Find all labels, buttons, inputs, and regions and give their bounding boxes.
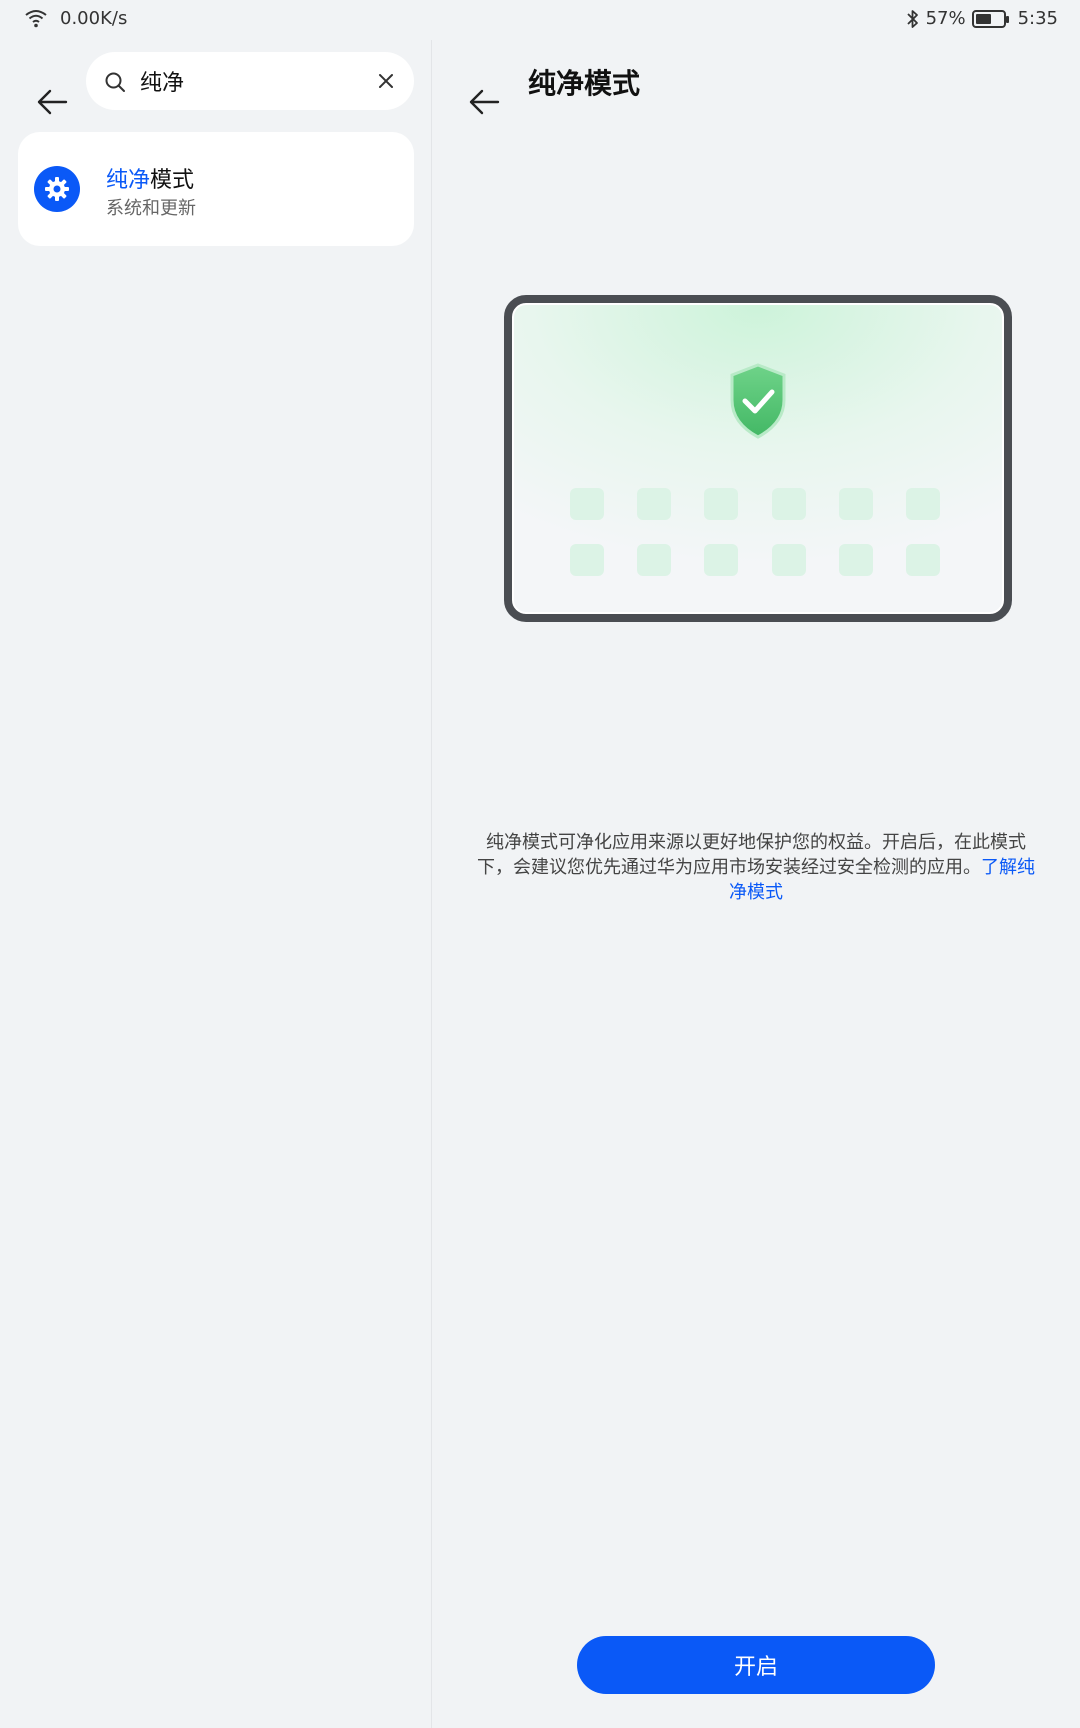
detail-pane: 纯净模式 纯净模式可净化应用来源以更好地保护您的权益。开启后，在此模式下，会建议… xyxy=(432,40,1080,1728)
result-title: 纯净模式 xyxy=(106,162,194,194)
status-left: 0.00K/s xyxy=(24,8,127,29)
network-speed: 0.00K/s xyxy=(60,8,128,29)
arrow-left-icon xyxy=(37,89,68,115)
gear-icon xyxy=(45,177,69,201)
search-back-button[interactable] xyxy=(30,80,74,124)
clock: 5:35 xyxy=(1017,8,1058,29)
result-title-rest: 模式 xyxy=(150,168,195,193)
settings-app-icon xyxy=(34,166,80,212)
battery-fill xyxy=(975,13,991,24)
result-subtitle: 系统和更新 xyxy=(106,198,196,219)
arrow-left-icon xyxy=(469,89,500,115)
search-box[interactable] xyxy=(86,52,414,110)
enable-button[interactable]: 开启 xyxy=(577,1636,935,1694)
battery-icon xyxy=(971,9,1009,28)
status-right: 57% 5:35 xyxy=(906,8,1058,29)
search-pane: 纯净模式 系统和更新 xyxy=(0,40,431,1728)
search-icon xyxy=(105,72,125,92)
tablet-illustration xyxy=(504,295,1012,622)
search-result-item[interactable]: 纯净模式 系统和更新 xyxy=(18,132,414,246)
bluetooth-icon xyxy=(906,9,918,28)
description-text: 纯净模式可净化应用来源以更好地保护您的权益。开启后，在此模式下，会建议您优先通过… xyxy=(477,832,1026,878)
page-title: 纯净模式 xyxy=(528,67,641,100)
result-title-highlight: 纯净 xyxy=(106,168,151,193)
screen: 0.00K/s 57% 5:35 纯净 纯净模式 系统和更新 纯净模式 纯净模式… xyxy=(0,0,1080,1728)
search-input[interactable] xyxy=(140,52,360,110)
status-bar: 0.00K/s 57% 5:35 xyxy=(0,0,1080,40)
wifi-icon xyxy=(25,9,47,27)
clear-icon[interactable] xyxy=(376,71,396,91)
pure-mode-description: 纯净模式可净化应用来源以更好地保护您的权益。开启后，在此模式下，会建议您优先通过… xyxy=(470,830,1042,905)
detail-back-button[interactable] xyxy=(462,80,506,124)
battery-percent: 57% xyxy=(925,8,966,29)
